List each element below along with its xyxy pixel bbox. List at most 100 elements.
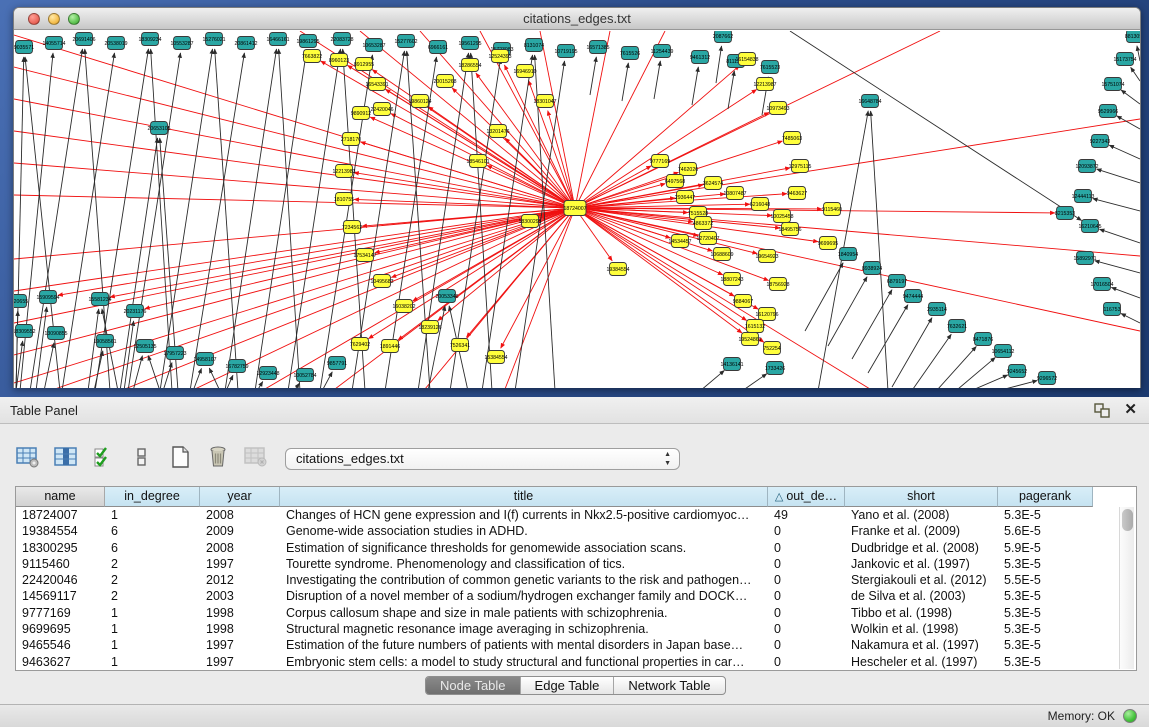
table-cell[interactable]: Corpus callosum shape and size in male p… [280, 605, 768, 621]
table-row[interactable]: 2242004622012Investigating the contribut… [16, 572, 1093, 588]
table-row[interactable]: 1830029562008Estimation of significance … [16, 540, 1093, 556]
table-row[interactable]: 977716911998Corpus callosum shape and si… [16, 605, 1093, 621]
row-format-icon[interactable] [129, 444, 155, 470]
graph-edge-red[interactable] [476, 73, 575, 208]
table-cell[interactable]: 18724007 [16, 507, 105, 523]
table-cell[interactable]: 5.3E-5 [998, 637, 1093, 653]
graph-edge-black[interactable] [1121, 313, 1140, 323]
graph-edge-black[interactable] [692, 67, 698, 105]
table-cell[interactable]: 9115460 [16, 556, 105, 572]
table-cell[interactable]: 9777169 [16, 605, 105, 621]
graph-edge-red[interactable] [195, 208, 575, 388]
graph-edge-black[interactable] [294, 383, 299, 388]
column-header-in_degree[interactable]: in_degree [105, 487, 200, 507]
table-cell[interactable]: 5.3E-5 [998, 556, 1093, 572]
table-cell[interactable]: 2008 [200, 507, 280, 523]
graph-edge-black[interactable] [193, 368, 201, 388]
table-cell[interactable]: 6 [105, 523, 200, 539]
table-cell[interactable]: Yano et al. (2008) [845, 507, 998, 523]
graph-edge-red[interactable] [575, 208, 747, 321]
graph-edge-black[interactable] [892, 318, 932, 387]
table-cell[interactable]: 5.5E-5 [998, 572, 1093, 588]
graph-edge-black[interactable] [871, 111, 888, 388]
table-cell[interactable]: 1997 [200, 654, 280, 670]
graph-edge-red[interactable] [466, 208, 575, 337]
table-cell[interactable]: 1997 [200, 637, 280, 653]
table-cell[interactable]: de Silva et al. (2003) [845, 588, 998, 604]
graph-edge-black[interactable] [1111, 287, 1140, 298]
graph-edge-red[interactable] [575, 31, 610, 208]
graph-edge-black[interactable] [868, 305, 908, 373]
table-cell[interactable]: 1998 [200, 621, 280, 637]
table-cell[interactable]: 6 [105, 540, 200, 556]
float-panel-icon[interactable] [1094, 403, 1110, 418]
graph-edge-red[interactable] [14, 208, 575, 291]
graph-edge-black[interactable] [790, 31, 1082, 221]
table-row[interactable]: 946362711997Embryonic stem cells: a mode… [16, 654, 1093, 670]
graph-edge-black[interactable] [288, 49, 340, 388]
table-selector-dropdown[interactable]: citations_edges.txt ▲▼ [285, 448, 680, 470]
graph-edge-black[interactable] [828, 277, 867, 346]
graph-edge-black[interactable] [938, 346, 976, 388]
table-cell[interactable]: 22420046 [16, 572, 105, 588]
graph-edge-black[interactable] [852, 290, 892, 359]
table-cell[interactable]: 1 [105, 621, 200, 637]
table-cell[interactable]: Changes of HCN gene expression and I(f) … [280, 507, 768, 523]
graph-edge-black[interactable] [102, 309, 118, 388]
table-scrollbar[interactable] [1119, 507, 1134, 669]
column-header-title[interactable]: title [280, 487, 768, 507]
table-cell[interactable]: Estimation of significance thresholds fo… [280, 540, 768, 556]
graph-edge-black[interactable] [190, 53, 244, 388]
table-row[interactable]: 1872400712008Changes of HCN gene express… [16, 507, 1093, 523]
citation-network-graph[interactable]: 9035571140557142069140620538019183092341… [14, 31, 1140, 388]
graph-edge-black[interactable] [716, 46, 722, 83]
table-cell[interactable]: Embryonic stem cells: a model to study s… [280, 654, 768, 670]
table-cell[interactable]: 1 [105, 605, 200, 621]
graph-edge-black[interactable] [975, 375, 1008, 388]
table-cell[interactable]: 5.3E-5 [998, 507, 1093, 523]
delete-table-icon[interactable] [243, 444, 269, 470]
graph-edge-black[interactable] [1121, 90, 1140, 104]
graph-edge-black[interactable] [44, 343, 54, 388]
table-cell[interactable]: 18300295 [16, 540, 105, 556]
graph-edge-black[interactable] [1005, 381, 1037, 388]
table-cell[interactable]: 2012 [200, 572, 280, 588]
table-cell[interactable]: 5.3E-5 [998, 621, 1093, 637]
tab-edge-table[interactable]: Edge Table [521, 677, 615, 694]
table-cell[interactable]: 2 [105, 556, 200, 572]
graph-edge-black[interactable] [1109, 145, 1140, 159]
table-cell[interactable]: 19384554 [16, 523, 105, 539]
table-cell[interactable]: Estimation of the future numbers of pati… [280, 637, 768, 653]
table-cell[interactable]: 5.6E-5 [998, 523, 1093, 539]
table-row[interactable]: 1938455462009Genome-wide association stu… [16, 523, 1093, 539]
network-canvas[interactable]: 9035571140557142069140620538019183092341… [14, 31, 1140, 388]
graph-edge-black[interactable] [958, 357, 995, 388]
table-row[interactable]: 969969511998Structural magnetic resonanc… [16, 621, 1093, 637]
graph-edge-black[interactable] [1131, 67, 1140, 81]
table-cell[interactable]: 1997 [200, 556, 280, 572]
column-header-out_de[interactable]: △out_de… [768, 487, 845, 507]
graph-edge-black[interactable] [913, 334, 951, 388]
show-columns-icon[interactable] [53, 444, 79, 470]
graph-edge-black[interactable] [257, 382, 263, 388]
close-panel-icon[interactable]: ✕ [1124, 401, 1137, 419]
table-cell[interactable]: 1 [105, 654, 200, 670]
table-row[interactable]: 946554611997Estimation of the future num… [16, 637, 1093, 653]
graph-edge-black[interactable] [148, 355, 160, 388]
column-header-pagerank[interactable]: pagerank [998, 487, 1093, 507]
table-cell[interactable]: 0 [768, 540, 845, 556]
graph-edge-red[interactable] [428, 107, 575, 208]
table-cell[interactable]: 9699695 [16, 621, 105, 637]
table-cell[interactable]: 2008 [200, 540, 280, 556]
table-cell[interactable]: 5.3E-5 [998, 654, 1093, 670]
network-window-titlebar[interactable]: citations_edges.txt [14, 8, 1140, 30]
table-cell[interactable]: Structural magnetic resonance image aver… [280, 621, 768, 637]
graph-edge-black[interactable] [1097, 169, 1140, 183]
new-column-icon[interactable] [167, 444, 193, 470]
graph-edge-black[interactable] [742, 374, 767, 388]
graph-edge-black[interactable] [728, 71, 734, 109]
table-cell[interactable]: Jankovic et al. (1997) [845, 556, 998, 572]
graph-edge-black[interactable] [590, 57, 596, 95]
table-cell[interactable]: 5.9E-5 [998, 540, 1093, 556]
graph-edge-black[interactable] [1099, 229, 1140, 243]
